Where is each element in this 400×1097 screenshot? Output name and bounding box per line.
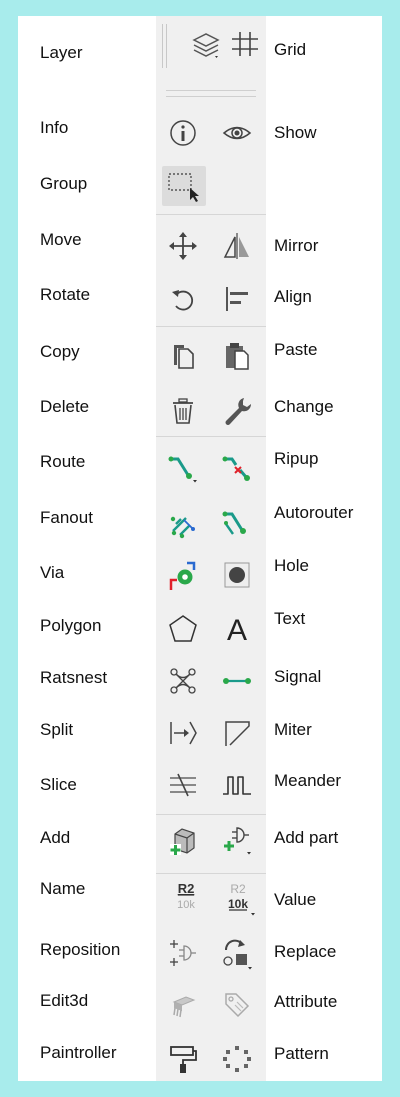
label-edit3d: Edit3d bbox=[40, 991, 89, 1010]
tool-palette-panel: Layer Info Group Move Rotate Copy Delete… bbox=[18, 16, 382, 1081]
toolbar-grip[interactable] bbox=[162, 24, 163, 68]
move-icon[interactable] bbox=[166, 229, 200, 263]
label-ratsnest: Ratsnest bbox=[40, 668, 108, 687]
via-icon[interactable] bbox=[166, 558, 200, 592]
route-icon[interactable] bbox=[166, 450, 200, 484]
label-paintroller: Paintroller bbox=[40, 1043, 117, 1062]
edit3d-icon[interactable] bbox=[166, 988, 200, 1022]
toolbar-column: A R2 10k R2 10k bbox=[156, 16, 266, 1081]
label-value: Value bbox=[274, 890, 317, 909]
change-icon[interactable] bbox=[220, 394, 254, 428]
text-icon-glyph: A bbox=[227, 614, 247, 646]
value-icon[interactable]: R2 10k bbox=[218, 878, 262, 918]
meander-icon[interactable] bbox=[220, 768, 254, 802]
separator bbox=[156, 814, 266, 815]
label-polygon: Polygon bbox=[40, 616, 102, 635]
label-add: Add bbox=[40, 828, 71, 847]
label-fanout: Fanout bbox=[40, 508, 93, 527]
name-icon[interactable]: R2 10k bbox=[166, 878, 206, 918]
attribute-icon[interactable] bbox=[220, 988, 254, 1022]
polygon-icon[interactable] bbox=[166, 612, 200, 646]
split-icon[interactable] bbox=[166, 716, 200, 750]
label-attribute: Attribute bbox=[274, 992, 338, 1011]
toolbar-handle-line bbox=[166, 96, 256, 97]
label-signal: Signal bbox=[274, 667, 322, 686]
add-part-icon[interactable] bbox=[220, 822, 254, 856]
separator bbox=[156, 873, 266, 874]
copy-icon[interactable] bbox=[166, 339, 200, 373]
label-hole: Hole bbox=[274, 556, 309, 575]
label-autorouter: Autorouter bbox=[274, 503, 354, 522]
pattern-icon[interactable] bbox=[220, 1042, 254, 1076]
mirror-icon[interactable] bbox=[220, 229, 254, 263]
separator bbox=[156, 436, 266, 437]
label-mirror: Mirror bbox=[274, 236, 319, 255]
label-via: Via bbox=[40, 563, 65, 582]
show-icon[interactable] bbox=[220, 116, 254, 150]
label-slice: Slice bbox=[40, 775, 77, 794]
text-icon[interactable]: A bbox=[220, 612, 254, 646]
value-icon-subtext: 10k bbox=[228, 897, 248, 911]
separator bbox=[156, 326, 266, 327]
label-miter: Miter bbox=[274, 720, 312, 739]
paintroller-icon[interactable] bbox=[166, 1042, 200, 1076]
label-layer: Layer bbox=[40, 43, 83, 62]
label-align: Align bbox=[274, 287, 312, 306]
label-route: Route bbox=[40, 452, 86, 471]
label-paste: Paste bbox=[274, 340, 318, 359]
label-delete: Delete bbox=[40, 397, 90, 416]
delete-icon[interactable] bbox=[166, 394, 200, 428]
miter-icon[interactable] bbox=[220, 716, 254, 750]
fanout-icon[interactable] bbox=[166, 506, 200, 540]
label-add-part: Add part bbox=[274, 828, 339, 847]
hole-icon[interactable] bbox=[220, 558, 254, 592]
info-icon[interactable] bbox=[166, 116, 200, 150]
label-split: Split bbox=[40, 720, 74, 739]
label-text: Text bbox=[274, 609, 306, 628]
align-icon[interactable] bbox=[220, 282, 254, 316]
label-reposition: Reposition bbox=[40, 940, 121, 959]
ripup-icon[interactable] bbox=[220, 450, 254, 484]
label-name: Name bbox=[40, 879, 86, 898]
autorouter-icon[interactable] bbox=[220, 506, 254, 540]
slice-icon[interactable] bbox=[166, 768, 200, 802]
ratsnest-icon[interactable] bbox=[166, 664, 200, 698]
label-move: Move bbox=[40, 230, 82, 249]
value-icon-text: R2 bbox=[230, 882, 246, 896]
label-rotate: Rotate bbox=[40, 285, 91, 304]
label-group: Group bbox=[40, 174, 88, 193]
label-show: Show bbox=[274, 123, 317, 142]
label-meander: Meander bbox=[274, 771, 342, 790]
paste-icon[interactable] bbox=[220, 339, 254, 373]
label-pattern: Pattern bbox=[274, 1044, 329, 1063]
label-copy: Copy bbox=[40, 342, 80, 361]
toolbar-handle-line bbox=[166, 90, 256, 91]
rotate-icon[interactable] bbox=[166, 282, 200, 316]
label-change: Change bbox=[274, 397, 334, 416]
signal-icon[interactable] bbox=[220, 664, 254, 698]
group-icon[interactable] bbox=[162, 166, 206, 206]
label-info: Info bbox=[40, 118, 69, 137]
label-ripup: Ripup bbox=[274, 449, 319, 468]
separator bbox=[156, 214, 266, 215]
replace-icon[interactable] bbox=[220, 936, 254, 970]
reposition-icon[interactable] bbox=[166, 936, 200, 970]
toolbar-grip-line bbox=[166, 24, 167, 68]
label-replace: Replace bbox=[274, 942, 337, 961]
add-icon[interactable] bbox=[166, 824, 200, 858]
layer-icon[interactable] bbox=[188, 28, 222, 62]
label-grid: Grid bbox=[274, 40, 307, 59]
name-icon-text: R2 bbox=[178, 881, 195, 896]
name-icon-subtext: 10k bbox=[177, 899, 195, 911]
grid-icon[interactable] bbox=[228, 26, 262, 60]
